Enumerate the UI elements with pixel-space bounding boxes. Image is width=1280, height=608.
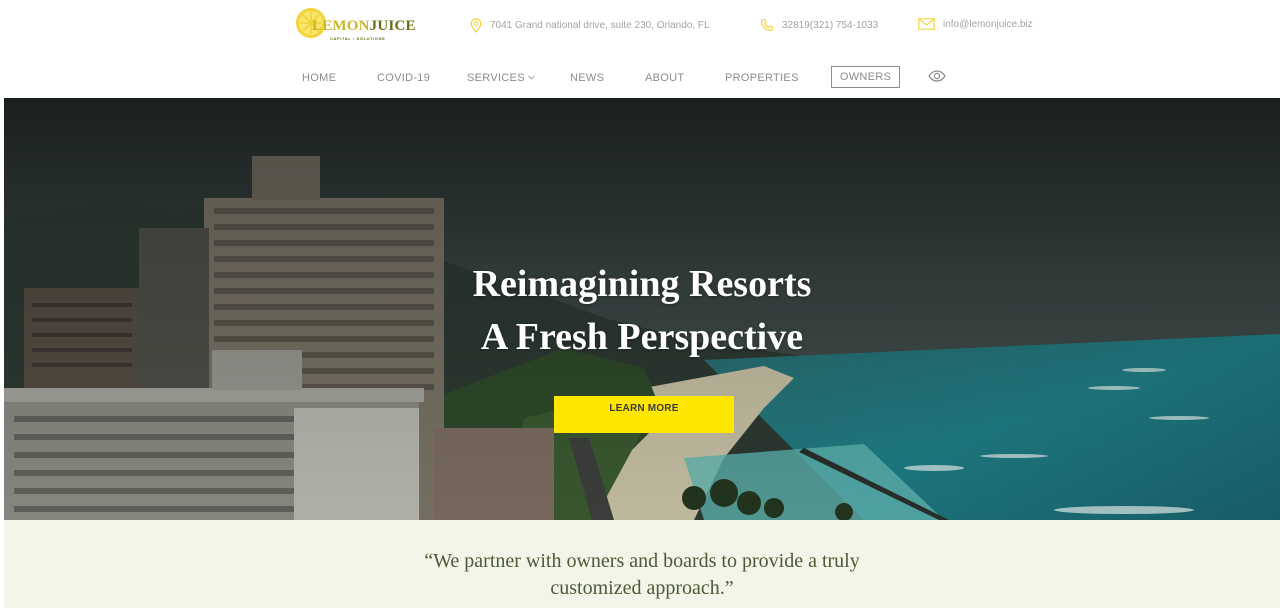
learn-more-button[interactable]: LEARN MORE: [554, 396, 734, 433]
phone-icon: [760, 18, 774, 32]
hero-heading-line-2: A Fresh Perspective: [480, 316, 804, 358]
hero-heading: Reimagining Resorts A Fresh Perspective: [4, 258, 1280, 364]
email-text: info@lemonjuice.biz: [943, 18, 1033, 30]
hero-banner: Reimagining Resorts A Fresh Perspective …: [4, 98, 1280, 520]
nav-home[interactable]: HOME: [302, 72, 336, 84]
logo-lemon-text: LEMON: [312, 18, 370, 34]
nav-services[interactable]: SERVICES: [467, 72, 535, 84]
email-info[interactable]: info@lemonjuice.biz: [918, 18, 1033, 30]
address-text: 7041 Grand national drive, suite 230, Or…: [490, 20, 710, 31]
envelope-icon: [918, 18, 935, 30]
owners-button[interactable]: OWNERS: [831, 66, 900, 88]
quote-section: “We partner with owners and boards to pr…: [4, 520, 1280, 608]
nav-properties[interactable]: PROPERTIES: [725, 72, 799, 84]
main-nav: HOME COVID-19 SERVICES NEWS ABOUT PROPER…: [0, 52, 1280, 98]
nav-news[interactable]: NEWS: [570, 72, 604, 84]
phone-info[interactable]: 32819(321) 754-1033: [760, 18, 878, 32]
quote-line-2: customized approach.”: [550, 577, 734, 599]
top-bar: LEMONJUICE CAPITAL • SOLUTIONS 7041 Gran…: [0, 0, 1280, 52]
nav-services-label: SERVICES: [467, 72, 525, 84]
logo-wordmark: LEMONJUICE: [312, 18, 416, 35]
brand-logo[interactable]: LEMONJUICE CAPITAL • SOLUTIONS: [294, 6, 416, 42]
chevron-down-icon: [527, 75, 535, 80]
partner-quote: “We partner with owners and boards to pr…: [4, 548, 1280, 602]
quote-line-1: “We partner with owners and boards to pr…: [424, 550, 860, 572]
logo-tagline: CAPITAL • SOLUTIONS: [330, 36, 386, 41]
phone-text: 32819(321) 754-1033: [782, 19, 879, 31]
hero-heading-line-1: Reimagining Resorts: [472, 263, 812, 305]
address-info: 7041 Grand national drive, suite 230, Or…: [470, 18, 710, 33]
eye-icon[interactable]: [928, 70, 946, 82]
nav-covid-19[interactable]: COVID-19: [377, 72, 430, 84]
map-pin-icon: [470, 18, 482, 33]
logo-juice-text: JUICE: [369, 18, 416, 34]
nav-about[interactable]: ABOUT: [645, 72, 684, 84]
